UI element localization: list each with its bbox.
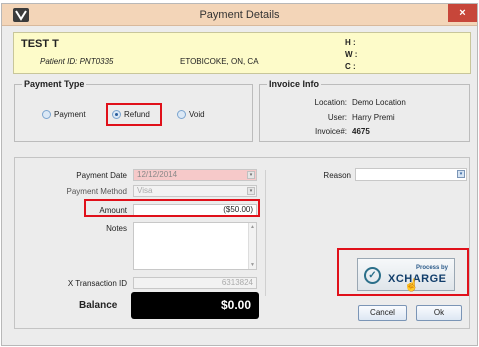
form-divider: [265, 170, 266, 296]
reason-label: Reason: [323, 171, 351, 180]
payment-type-title: Payment Type: [22, 79, 87, 89]
patient-location: ETOBICOKE, ON, CA: [180, 57, 259, 66]
location-value: Demo Location: [352, 98, 406, 107]
phone-home: H :: [345, 38, 356, 47]
invoice-info-group: Invoice Info Location: Demo Location Use…: [259, 79, 470, 142]
notes-label: Notes: [106, 224, 127, 233]
phone-work: W :: [345, 50, 358, 59]
radio-payment-dot[interactable]: [42, 110, 51, 119]
invoice-number-value: 4675: [352, 127, 370, 136]
refund-highlight-box: [106, 103, 162, 126]
cancel-button[interactable]: Cancel: [358, 305, 407, 321]
payment-date-field[interactable]: 12/12/2014 ▾: [133, 169, 257, 181]
ok-button[interactable]: Ok: [416, 305, 462, 321]
payment-date-value: 12/12/2014: [137, 170, 178, 179]
invoice-number-label: Invoice#:: [314, 127, 347, 136]
patient-id: Patient ID: PNT0335: [40, 57, 114, 66]
payment-method-label: Payment Method: [66, 187, 127, 196]
payment-method-value: Visa: [137, 186, 153, 195]
radio-void-label: Void: [189, 110, 205, 119]
reason-select[interactable]: ▾: [355, 168, 467, 181]
patient-name: TEST T: [21, 38, 59, 50]
location-label: Location:: [314, 98, 347, 107]
phone-cell: C :: [345, 62, 356, 71]
balance-value: $0.00: [131, 292, 259, 319]
transaction-id-label: X Transaction ID: [67, 279, 127, 288]
invoice-info-title: Invoice Info: [267, 79, 322, 89]
radio-void[interactable]: Void: [177, 110, 205, 119]
radio-void-dot[interactable]: [177, 110, 186, 119]
close-button[interactable]: ×: [448, 4, 477, 22]
patient-banner: TEST T Patient ID: PNT0335 ETOBICOKE, ON…: [13, 32, 471, 74]
payment-date-label: Payment Date: [76, 171, 127, 180]
chevron-down-icon[interactable]: ▾: [457, 170, 465, 178]
balance-label: Balance: [79, 300, 118, 311]
radio-payment-label: Payment: [54, 110, 86, 119]
transaction-id-field[interactable]: 6313824: [133, 277, 257, 289]
amount-highlight-box: [84, 199, 260, 217]
notes-textarea[interactable]: [133, 222, 257, 270]
user-label: User:: [327, 113, 347, 122]
chevron-down-icon[interactable]: ▾: [247, 187, 255, 195]
radio-payment[interactable]: Payment: [42, 110, 86, 119]
title-bar[interactable]: Payment Details ×: [2, 4, 477, 26]
window-title: Payment Details: [199, 9, 280, 21]
payment-method-select[interactable]: Visa ▾: [133, 185, 257, 197]
user-value: Harry Premi: [352, 113, 395, 122]
notes-scrollbar[interactable]: [248, 223, 256, 269]
xcharge-highlight-box: [337, 248, 469, 296]
